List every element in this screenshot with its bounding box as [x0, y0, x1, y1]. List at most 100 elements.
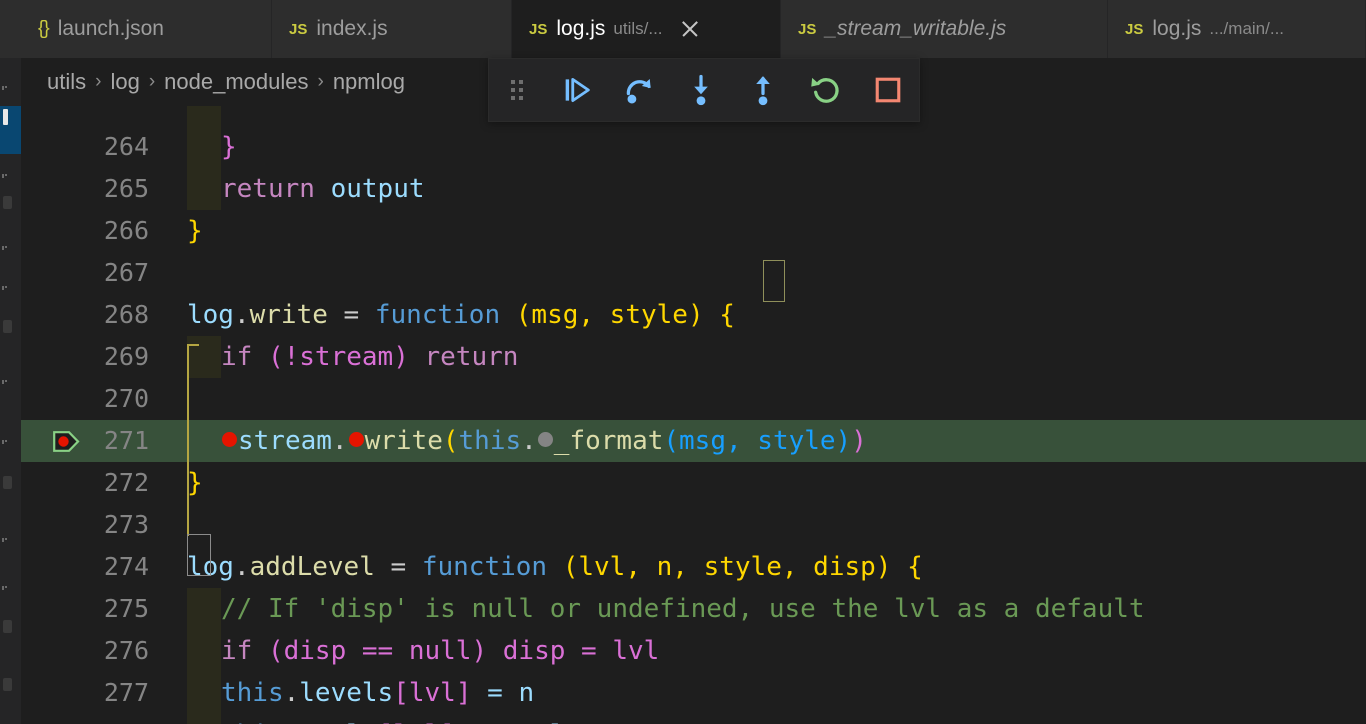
js-file-icon: JS: [798, 20, 817, 38]
side-panel-row[interactable]: [0, 238, 21, 260]
js-file-icon: JS: [1125, 20, 1144, 38]
line-number: 274: [103, 552, 149, 581]
code-line[interactable]: 270: [21, 378, 1366, 420]
vscode-window: {} launch.json JS index.js JS log.js uti…: [0, 0, 1366, 724]
side-panel-row-selected[interactable]: [0, 106, 21, 154]
code-line[interactable]: 277 this.levels[lvl] = n: [21, 672, 1366, 714]
line-number: 278: [21, 714, 161, 724]
editor-lines: 264 } 265 return output 266 } 267 268 lo…: [21, 106, 1366, 724]
side-panel-row[interactable]: [0, 530, 21, 552]
line-number: 268: [103, 300, 149, 329]
tab-label: _stream_writable.js: [825, 17, 1007, 40]
restart-icon: [809, 73, 843, 107]
line-number: 269: [103, 342, 149, 371]
json-braces-icon: {}: [38, 18, 50, 39]
step-into-button[interactable]: [670, 59, 732, 121]
close-icon[interactable]: [678, 17, 702, 41]
line-number: 275: [103, 594, 149, 623]
step-into-icon: [684, 73, 718, 107]
ellipsis-icon: [2, 440, 10, 444]
code-line[interactable]: 266 }: [21, 210, 1366, 252]
side-panel-chip[interactable]: [3, 678, 12, 691]
side-panel-chip[interactable]: [3, 196, 12, 209]
drag-handle-icon[interactable]: [489, 59, 545, 121]
code-text: }: [221, 132, 237, 162]
tab-description: .../main/...: [1209, 19, 1285, 38]
ellipsis-icon: [2, 246, 10, 250]
line-number: 271: [103, 426, 149, 455]
tab-log-js-main[interactable]: JS log.js .../main/...: [1108, 0, 1366, 58]
breakpoint-current-marker[interactable]: [53, 431, 80, 452]
chevron-right-icon: ›: [148, 71, 156, 92]
continue-icon: [560, 73, 594, 107]
code-line[interactable]: 274 log.addLevel = function (lvl, n, sty…: [21, 546, 1366, 588]
side-panel-row[interactable]: [0, 372, 21, 394]
tab-label: launch.json: [57, 17, 164, 40]
code-text: }: [187, 468, 203, 498]
tab-log-js-utils[interactable]: JS log.js utils/...: [512, 0, 781, 58]
code-text: stream. write(this. _format(msg, style)): [187, 420, 1366, 462]
breadcrumb-item-log[interactable]: log: [110, 69, 139, 95]
side-panel-row[interactable]: [0, 278, 21, 300]
ellipsis-icon: [2, 86, 10, 90]
code-line[interactable]: 269 if (!stream) return: [21, 336, 1366, 378]
code-line[interactable]: 276 if (disp == null) disp = lvl: [21, 630, 1366, 672]
code-line[interactable]: 265 return output: [21, 168, 1366, 210]
code-line[interactable]: 268 log.write = function (msg, style) {: [21, 294, 1366, 336]
editor-tab-bar: {} launch.json JS index.js JS log.js uti…: [21, 0, 1366, 58]
code-line-current[interactable]: 271 stream. write(this. _format(msg, style…: [21, 420, 1366, 462]
breadcrumb-item-utils[interactable]: utils: [47, 69, 86, 95]
line-number: 276: [103, 636, 149, 665]
js-file-icon: JS: [529, 20, 548, 38]
code-line[interactable]: 275 // If 'disp' is null or undefined, u…: [21, 588, 1366, 630]
bracket-match-highlight: [187, 534, 211, 576]
code-text: log.addLevel = function (lvl, n, style, …: [187, 552, 923, 582]
tab-label: log.js: [556, 17, 606, 40]
ellipsis-icon: [2, 380, 10, 384]
tab-index-js[interactable]: JS index.js: [272, 0, 512, 58]
side-panel-chip[interactable]: [3, 476, 12, 489]
line-number: 264: [103, 132, 149, 161]
continue-button[interactable]: [545, 59, 607, 121]
chevron-right-icon: ›: [317, 71, 324, 92]
bracket-match-highlight: [763, 260, 785, 302]
js-file-icon: JS: [289, 20, 308, 38]
ellipsis-icon: [2, 586, 10, 590]
side-panel-header-edge: [0, 0, 21, 58]
line-number: 270: [103, 384, 149, 413]
side-panel-chip[interactable]: [3, 620, 12, 633]
line-number: 266: [103, 216, 149, 245]
tab-launch-json[interactable]: {} launch.json: [21, 0, 272, 58]
side-panel-row[interactable]: [0, 166, 21, 188]
step-out-button[interactable]: [732, 59, 794, 121]
code-line[interactable]: 267: [21, 252, 1366, 294]
inline-breakpoint-active-icon[interactable]: [222, 432, 237, 447]
debug-toolbar[interactable]: [488, 58, 920, 122]
code-line[interactable]: 264 }: [21, 126, 1366, 168]
stop-icon: [871, 73, 905, 107]
step-over-button[interactable]: [608, 59, 670, 121]
code-line[interactable]: 273: [21, 504, 1366, 546]
side-panel-row[interactable]: [0, 78, 21, 100]
code-line[interactable]: 278 this.style[lvl] = style: [21, 714, 1366, 724]
code-line[interactable]: 272 }: [21, 462, 1366, 504]
inline-breakpoint-active-icon[interactable]: [348, 432, 364, 447]
code-text: if (!stream) return: [221, 342, 519, 372]
side-panel-row[interactable]: [0, 578, 21, 600]
tab-label: index.js: [316, 17, 388, 40]
step-over-icon: [622, 73, 656, 107]
stop-button[interactable]: [857, 59, 919, 121]
side-panel-chip[interactable]: [3, 320, 12, 333]
breadcrumb-item-npmlog[interactable]: npmlog: [333, 69, 405, 95]
selection-marker: [3, 109, 8, 125]
ellipsis-icon: [2, 538, 10, 542]
tab-stream-writable-js[interactable]: JS _stream_writable.js: [781, 0, 1108, 58]
code-editor[interactable]: 264 } 265 return output 266 } 267 268 lo…: [21, 106, 1366, 724]
inline-breakpoint-inactive-icon[interactable]: [537, 432, 553, 447]
line-number: 273: [103, 510, 149, 539]
tab-label: log.js: [1152, 17, 1202, 40]
ellipsis-icon: [2, 174, 10, 178]
restart-button[interactable]: [794, 59, 856, 121]
side-panel-row[interactable]: [0, 432, 21, 454]
breadcrumb-item-node-modules[interactable]: node_modules: [164, 69, 308, 95]
